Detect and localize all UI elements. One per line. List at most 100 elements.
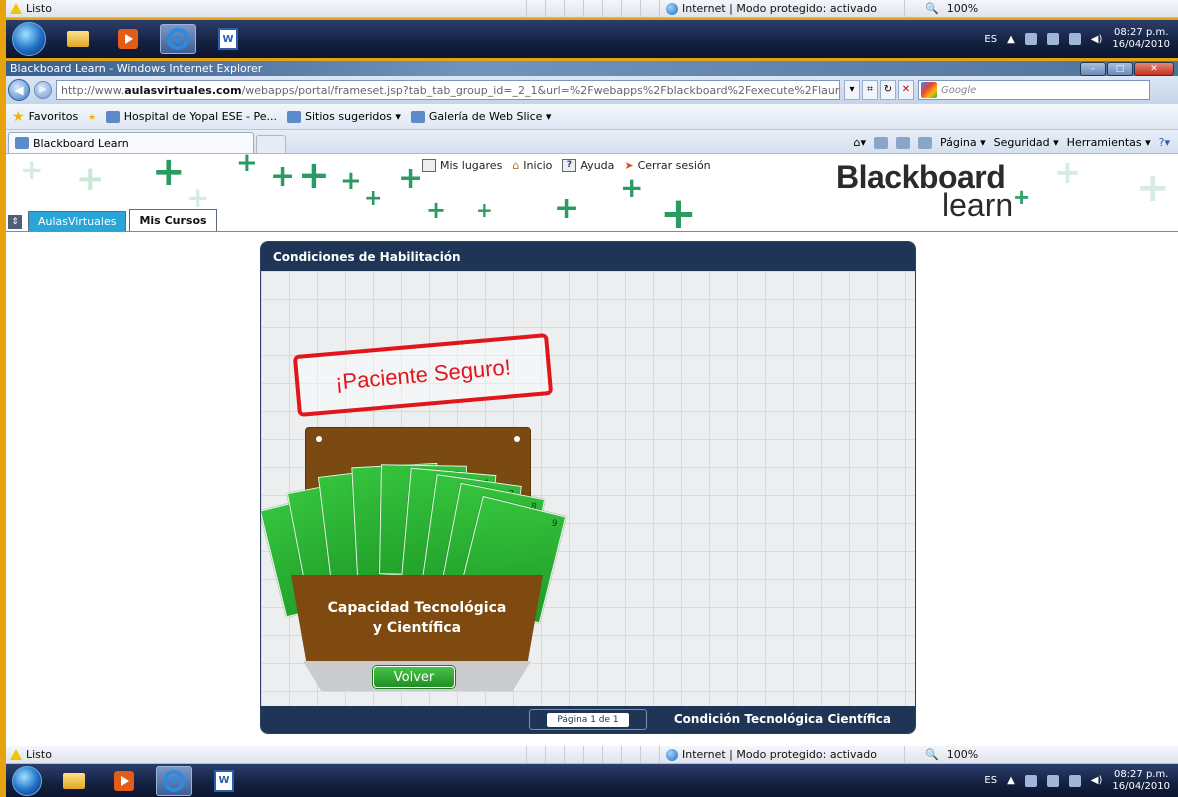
decor-plus: + bbox=[340, 166, 362, 196]
back-button[interactable]: Volver bbox=[373, 666, 455, 688]
print-icon[interactable] bbox=[918, 136, 932, 149]
action-center-icon[interactable] bbox=[1046, 33, 1059, 45]
security-zone[interactable]: Internet | Modo protegido: activado bbox=[659, 0, 904, 17]
new-tab-button[interactable] bbox=[256, 135, 286, 153]
clock-date: 16/04/2010 bbox=[1112, 780, 1170, 792]
home-icon[interactable]: ⌂▾ bbox=[853, 136, 866, 149]
decor-plus: + bbox=[476, 198, 493, 222]
status-cell bbox=[583, 746, 602, 763]
logo-learn: learn bbox=[942, 184, 1029, 221]
language-indicator[interactable]: ES bbox=[984, 775, 997, 786]
status-cell bbox=[526, 746, 545, 763]
internet-explorer-icon: e bbox=[163, 769, 185, 792]
tray-icon[interactable] bbox=[1024, 33, 1037, 45]
blackboard-favicon bbox=[15, 137, 29, 149]
security-zone[interactable]: Internet | Modo protegido: activado bbox=[659, 746, 904, 763]
zone-text: Internet | Modo protegido: activado bbox=[682, 748, 877, 761]
clock[interactable]: 08:27 p.m. 16/04/2010 bbox=[1112, 27, 1170, 51]
tools-menu[interactable]: Herramientas ▾ bbox=[1067, 136, 1151, 149]
favorites-button[interactable]: ★ Favoritos bbox=[12, 109, 78, 125]
compatibility-icon[interactable]: ⌗ bbox=[862, 80, 878, 100]
forward-button[interactable]: ▶ bbox=[34, 81, 52, 99]
decor-plus: + bbox=[152, 154, 186, 195]
explorer-taskbar-button[interactable] bbox=[60, 24, 96, 54]
tab-mis-cursos[interactable]: Mis Cursos bbox=[129, 209, 217, 231]
blackboard-logo: Blackboard learn bbox=[836, 161, 1029, 221]
clock[interactable]: 08:27 p.m. 16/04/2010 bbox=[1112, 769, 1170, 793]
decor-plus: + bbox=[398, 161, 424, 196]
back-button[interactable]: ◀ bbox=[8, 79, 30, 101]
zoom-control[interactable]: 🔍 100% bbox=[904, 746, 1178, 763]
mail-icon[interactable] bbox=[896, 136, 910, 149]
pager[interactable]: Página 1 de 1 bbox=[529, 709, 647, 730]
maximize-button[interactable]: □ bbox=[1107, 61, 1133, 76]
search-input[interactable]: Google bbox=[918, 80, 1150, 100]
decor-plus: + bbox=[236, 154, 258, 178]
address-bar-row: ◀ ▶ http://www. aulasvirtuales.com/webapp… bbox=[6, 76, 1178, 104]
network-icon[interactable] bbox=[1068, 33, 1081, 45]
card-pocket: 1 2 3 4 5 6 7 8 9 Capacidad Tecnológica … bbox=[261, 427, 567, 699]
logout-link[interactable]: ➤ Cerrar sesión bbox=[624, 159, 710, 172]
page-icon bbox=[105, 110, 120, 123]
help-link[interactable]: ? Ayuda bbox=[562, 159, 614, 172]
word-taskbar-button[interactable]: W bbox=[206, 766, 242, 796]
command-bar: ⌂▾ Página ▾ Seguridad ▾ Herramientas ▾ ?… bbox=[853, 136, 1178, 153]
window-title-bar[interactable]: Blackboard Learn - Windows Internet Expl… bbox=[6, 61, 1178, 76]
refresh-icon[interactable]: ↻ bbox=[880, 80, 896, 100]
decor-plus: + bbox=[426, 196, 447, 224]
add-favorite-icon[interactable]: ⭑ bbox=[88, 109, 96, 125]
tray-expand-icon[interactable]: ▲ bbox=[1007, 34, 1015, 45]
feeds-icon[interactable] bbox=[874, 136, 888, 149]
volume-icon[interactable]: ◀) bbox=[1091, 775, 1103, 786]
tray-icon[interactable] bbox=[1024, 774, 1037, 787]
status-left: Listo bbox=[6, 748, 526, 761]
volume-icon[interactable]: ◀) bbox=[1091, 34, 1103, 45]
pocket-label-line1: Capacidad Tecnológica bbox=[327, 600, 507, 616]
help-icon: ? bbox=[562, 159, 577, 172]
safety-menu[interactable]: Seguridad ▾ bbox=[994, 136, 1059, 149]
clock-time: 08:27 p.m. bbox=[1113, 27, 1169, 38]
zoom-level: 100% bbox=[946, 748, 979, 761]
word-taskbar-button[interactable]: W bbox=[210, 24, 246, 54]
address-input[interactable]: http://www. aulasvirtuales.com/webapps/po… bbox=[56, 80, 840, 100]
stamp-text: ¡Paciente Seguro! bbox=[334, 354, 512, 395]
favorite-link-webslice[interactable]: Galería de Web Slice ▾ bbox=[410, 110, 551, 123]
action-center-icon[interactable] bbox=[1046, 774, 1059, 787]
browser-tab[interactable]: Blackboard Learn bbox=[8, 132, 254, 153]
stop-icon[interactable]: ✕ bbox=[898, 80, 914, 100]
top-links: Mis lugares ⌂ Inicio ? Ayuda ➤ Cerrar se… bbox=[422, 159, 711, 172]
zoom-control[interactable]: 🔍 100% bbox=[904, 0, 1178, 17]
close-button[interactable]: ✕ bbox=[1134, 61, 1174, 76]
network-icon[interactable] bbox=[1068, 774, 1081, 787]
media-taskbar-button[interactable] bbox=[106, 766, 142, 796]
tray-expand-icon[interactable]: ▲ bbox=[1007, 775, 1015, 786]
language-indicator[interactable]: ES bbox=[984, 34, 997, 45]
favorite-label: Hospital de Yopal ESE - Pe... bbox=[123, 110, 278, 123]
status-left: Listo bbox=[6, 2, 526, 15]
favorite-link-hospital[interactable]: Hospital de Yopal ESE - Pe... bbox=[105, 110, 278, 123]
home-link[interactable]: ⌂ Inicio bbox=[512, 159, 552, 172]
dropdown-icon[interactable]: ▾ bbox=[844, 80, 860, 100]
help-icon[interactable]: ?▾ bbox=[1159, 136, 1170, 149]
page-menu[interactable]: Página ▾ bbox=[940, 136, 986, 149]
enabling-conditions-module: Condiciones de Habilitación ¡Paciente Se… bbox=[260, 241, 916, 734]
ie-taskbar-button[interactable]: e bbox=[156, 765, 192, 796]
start-button[interactable] bbox=[12, 22, 46, 56]
start-button[interactable] bbox=[12, 765, 42, 796]
explorer-taskbar-button[interactable] bbox=[56, 766, 92, 796]
top-status-bar: Listo Internet | Modo protegido: activad… bbox=[6, 0, 1178, 18]
expand-toggle-icon[interactable]: ⇕ bbox=[8, 215, 22, 229]
ie-taskbar-button[interactable]: e bbox=[160, 24, 196, 54]
tab-aulasvirtuales[interactable]: AulasVirtuales bbox=[28, 211, 127, 231]
browser-tab-bar: Blackboard Learn ⌂▾ Página ▾ Seguridad ▾… bbox=[6, 130, 1178, 154]
my-places-link[interactable]: Mis lugares bbox=[422, 159, 502, 172]
zone-text: Internet | Modo protegido: activado bbox=[682, 2, 877, 15]
minimize-button[interactable]: – bbox=[1080, 61, 1106, 76]
favorite-link-suggested[interactable]: Sitios sugeridos ▾ bbox=[287, 110, 401, 123]
media-taskbar-button[interactable] bbox=[110, 24, 146, 54]
webslice-icon bbox=[410, 110, 425, 123]
card-number: 9 bbox=[550, 518, 559, 530]
home-label: Inicio bbox=[523, 159, 553, 172]
folder-icon bbox=[67, 31, 89, 47]
status-cell bbox=[640, 746, 659, 763]
